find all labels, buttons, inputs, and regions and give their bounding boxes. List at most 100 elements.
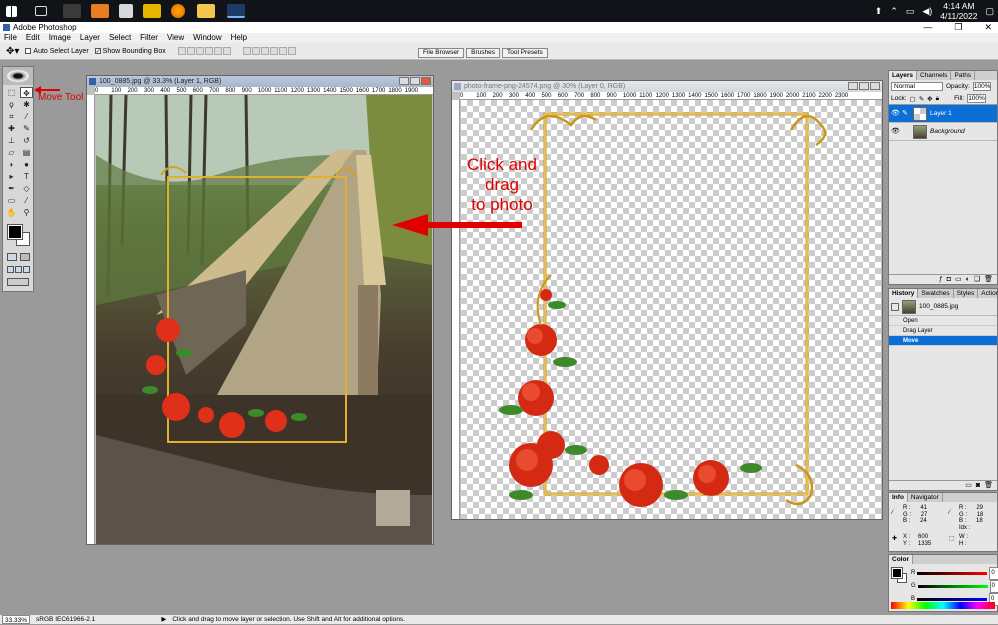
green-slider[interactable] bbox=[917, 585, 988, 588]
minimize-icon[interactable]: — bbox=[923, 22, 932, 33]
move-tool-preset-icon[interactable]: ✥▾ bbox=[6, 46, 19, 57]
eye-icon[interactable]: 👁︎ bbox=[891, 110, 900, 118]
pen-tool-icon[interactable]: ✒ bbox=[5, 183, 18, 194]
media-player-icon[interactable] bbox=[63, 4, 81, 18]
quickmask-mode-icon[interactable] bbox=[20, 253, 30, 261]
add-mask-icon[interactable]: ◘ bbox=[947, 275, 951, 284]
gradient-tool-icon[interactable]: ▤ bbox=[20, 147, 33, 158]
jump-to-imageready-icon[interactable] bbox=[7, 278, 29, 286]
lock-position-icon[interactable]: ✥ bbox=[927, 95, 932, 103]
new-snapshot-icon[interactable]: ◙ bbox=[976, 481, 980, 490]
auto-select-layer-checkbox[interactable]: Auto Select Layer bbox=[25, 48, 89, 55]
align-vcenter-icon[interactable] bbox=[186, 47, 195, 55]
magic-wand-tool-icon[interactable]: ✱ bbox=[20, 99, 33, 110]
network-icon[interactable]: ▭ bbox=[906, 6, 915, 17]
menu-filter[interactable]: Filter bbox=[140, 33, 158, 43]
foreground-color-swatch[interactable] bbox=[7, 224, 23, 240]
red-slider[interactable] bbox=[917, 572, 988, 575]
tab-paths[interactable]: Paths bbox=[951, 71, 976, 80]
shape-tool-icon[interactable]: ◇ bbox=[20, 183, 33, 194]
eyedropper-tool-icon[interactable]: ⁄ bbox=[20, 195, 33, 206]
menu-select[interactable]: Select bbox=[109, 33, 131, 43]
maximize-icon[interactable] bbox=[410, 77, 420, 85]
minimize-icon[interactable] bbox=[399, 77, 409, 85]
align-right-icon[interactable] bbox=[222, 47, 231, 55]
media-player-icon[interactable] bbox=[91, 4, 109, 18]
history-row[interactable]: Move bbox=[889, 336, 997, 346]
tab-navigator[interactable]: Navigator bbox=[908, 493, 943, 502]
frame-layer-overlay[interactable] bbox=[96, 95, 432, 544]
history-brush-icon[interactable]: ↺ bbox=[20, 135, 33, 146]
clock[interactable]: 4:14 AM 4/11/2022 bbox=[940, 1, 977, 21]
layer-row[interactable]: 👁︎ Background bbox=[889, 123, 997, 141]
align-hcenter-icon[interactable] bbox=[213, 47, 222, 55]
photoshop-icon[interactable] bbox=[227, 4, 245, 18]
document-title-bar[interactable]: 100_0885.jpg @ 33.3% (Layer 1, RGB) bbox=[87, 76, 433, 87]
align-top-icon[interactable] bbox=[177, 47, 186, 55]
type-tool-icon[interactable]: T bbox=[20, 171, 33, 182]
close-icon[interactable] bbox=[421, 77, 431, 85]
lasso-tool-icon[interactable]: ϙ bbox=[5, 99, 18, 110]
maximize-icon[interactable] bbox=[859, 82, 869, 90]
menu-edit[interactable]: Edit bbox=[26, 33, 40, 43]
close-icon[interactable] bbox=[870, 82, 880, 90]
menu-file[interactable]: File bbox=[4, 33, 17, 43]
slice-tool-icon[interactable]: ⁄ bbox=[20, 111, 33, 122]
red-value[interactable]: 0 bbox=[989, 567, 998, 580]
eye-icon[interactable]: 👁︎ bbox=[891, 128, 900, 136]
screen-mode-full-menu-icon[interactable] bbox=[15, 266, 22, 273]
tab-swatches[interactable]: Swatches bbox=[918, 289, 954, 298]
distribute-vcenter-icon[interactable] bbox=[251, 47, 260, 55]
restore-icon[interactable]: ❐ bbox=[954, 22, 962, 33]
tab-actions[interactable]: Actions bbox=[978, 289, 998, 298]
color-fg-swatch[interactable] bbox=[891, 567, 903, 579]
blur-tool-icon[interactable]: ◗ bbox=[5, 159, 18, 170]
color-spectrum-bar[interactable] bbox=[891, 602, 995, 609]
opacity-input[interactable]: 100% bbox=[972, 82, 992, 91]
adjustment-layer-icon[interactable]: ◐ bbox=[966, 275, 970, 284]
lock-all-icon[interactable]: 🔒︎ bbox=[936, 95, 939, 103]
crop-tool-icon[interactable]: ⌗ bbox=[5, 111, 18, 122]
zoom-field[interactable]: 33.33% bbox=[2, 615, 31, 624]
marquee-tool-icon[interactable]: ⬚ bbox=[5, 87, 18, 98]
align-left-icon[interactable] bbox=[204, 47, 213, 55]
screen-mode-full-icon[interactable] bbox=[23, 266, 30, 273]
menu-help[interactable]: Help bbox=[231, 33, 247, 43]
green-value[interactable]: 0 bbox=[989, 580, 998, 593]
fill-input[interactable]: 100% bbox=[967, 94, 986, 103]
file-explorer-icon[interactable] bbox=[197, 4, 215, 18]
path-selection-icon[interactable]: ▸ bbox=[5, 171, 18, 182]
tab-brushes[interactable]: Brushes bbox=[466, 48, 500, 58]
show-bounding-box-checkbox[interactable]: ✓ Show Bounding Box bbox=[94, 48, 166, 55]
play-icon[interactable]: ▶ bbox=[161, 615, 166, 624]
distribute-hcenter-icon[interactable] bbox=[278, 47, 287, 55]
history-row[interactable]: Drag Layer bbox=[889, 326, 997, 336]
dodge-tool-icon[interactable]: ● bbox=[20, 159, 33, 170]
tab-color[interactable]: Color bbox=[889, 555, 913, 564]
notification-icon[interactable]: ▢ bbox=[985, 6, 994, 17]
standard-mode-icon[interactable] bbox=[7, 253, 17, 261]
history-snapshot[interactable]: 100_0885.jpg bbox=[889, 298, 997, 316]
tab-info[interactable]: Info bbox=[889, 493, 908, 502]
toolbox-header[interactable] bbox=[3, 67, 33, 85]
3d-viewer-icon[interactable] bbox=[119, 4, 133, 18]
align-bottom-icon[interactable] bbox=[195, 47, 204, 55]
bridge-photo[interactable] bbox=[96, 95, 432, 544]
chevron-up-icon[interactable]: ⌃ bbox=[890, 6, 898, 17]
brush-link-icon[interactable]: ✎ bbox=[902, 110, 910, 118]
windows-start-icon[interactable] bbox=[6, 5, 17, 17]
tab-styles[interactable]: Styles bbox=[954, 289, 979, 298]
tab-tool-presets[interactable]: Tool Presets bbox=[501, 48, 548, 58]
menu-window[interactable]: Window bbox=[193, 33, 221, 43]
distribute-right-icon[interactable] bbox=[287, 47, 296, 55]
menu-view[interactable]: View bbox=[167, 33, 184, 43]
volume-icon[interactable]: ◀) bbox=[922, 6, 932, 17]
blue-slider[interactable] bbox=[917, 598, 988, 601]
distribute-bottom-icon[interactable] bbox=[260, 47, 269, 55]
menu-image[interactable]: Image bbox=[49, 33, 71, 43]
usb-icon[interactable]: ⬆ bbox=[875, 6, 883, 17]
trash-icon[interactable]: 🗑︎ bbox=[984, 481, 993, 490]
new-document-icon[interactable]: ▭ bbox=[965, 481, 972, 490]
eraser-tool-icon[interactable]: ▱ bbox=[5, 147, 18, 158]
history-brush-source-icon[interactable] bbox=[891, 302, 899, 311]
